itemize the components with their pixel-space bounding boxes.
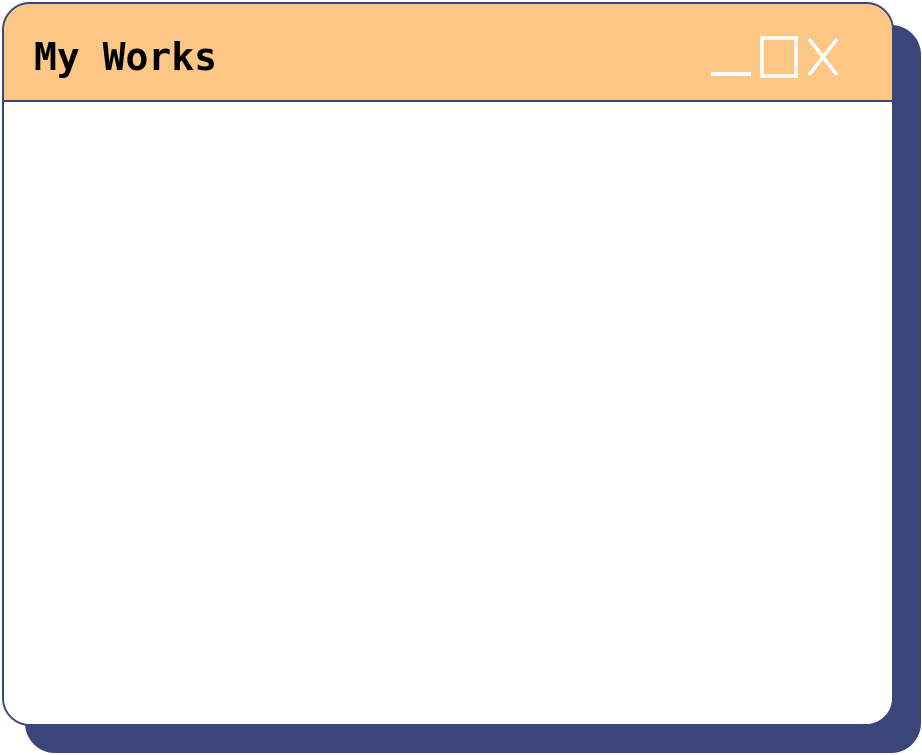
minimize-icon[interactable]	[710, 36, 752, 78]
window-content-area	[4, 102, 892, 724]
stage: My Works	[0, 0, 922, 755]
window-title: My Works	[34, 35, 218, 79]
maximize-icon[interactable]	[760, 36, 798, 78]
my-works-window: My Works	[2, 2, 894, 726]
window-controls	[710, 34, 840, 78]
title-bar[interactable]: My Works	[4, 4, 892, 102]
close-icon[interactable]	[806, 36, 840, 78]
